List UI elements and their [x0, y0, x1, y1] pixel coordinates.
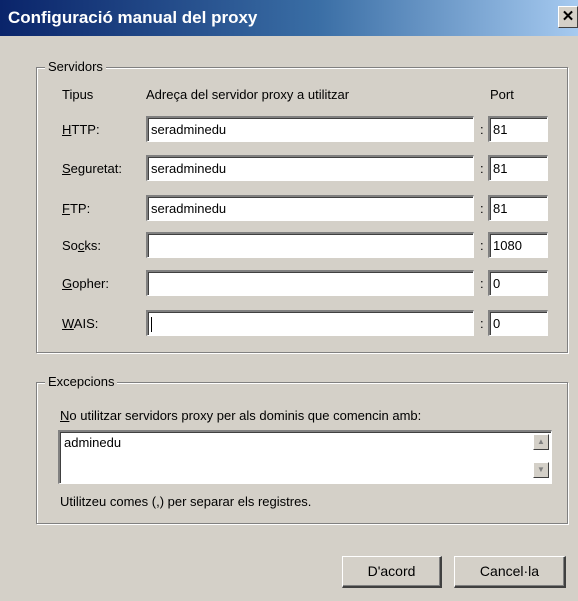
type-column-header: Tipus — [62, 87, 94, 102]
http-label: HTTP: — [62, 122, 100, 137]
gopher-port-separator: : — [480, 276, 484, 291]
ftp-port-input[interactable]: 81 — [488, 195, 548, 221]
security-port-separator: : — [480, 161, 484, 176]
http-port-input[interactable]: 81 — [488, 116, 548, 142]
exceptions-textarea[interactable]: adminedu — [58, 430, 552, 484]
address-column-header: Adreça del servidor proxy a utilitzar — [146, 87, 350, 102]
scroll-down-arrow-icon[interactable]: ▼ — [533, 462, 549, 478]
wais-address-input[interactable] — [146, 310, 474, 336]
socks-port-input[interactable]: 1080 — [488, 232, 548, 258]
security-address-input[interactable]: seradminedu — [146, 155, 474, 181]
window-title: Configuració manual del proxy — [8, 8, 258, 27]
ok-button[interactable]: D'acord — [342, 556, 442, 588]
security-label: Seguretat: — [62, 161, 122, 176]
gopher-port-input[interactable]: 0 — [488, 270, 548, 296]
wais-port-separator: : — [480, 316, 484, 331]
exceptions-instruction: No utilitzar servidors proxy per als dom… — [60, 408, 422, 423]
servers-legend: Servidors — [45, 59, 106, 74]
socks-port-separator: : — [480, 238, 484, 253]
title-bar[interactable]: Configuració manual del proxy ✕ — [0, 0, 578, 36]
gopher-address-input[interactable] — [146, 270, 474, 296]
close-icon: ✕ — [561, 8, 575, 25]
exceptions-hint: Utilitzeu comes (,) per separar els regi… — [60, 494, 312, 509]
gopher-label: Gopher: — [62, 276, 109, 291]
ftp-address-input[interactable]: seradminedu — [146, 195, 474, 221]
exceptions-value: adminedu — [64, 435, 122, 450]
port-column-header: Port — [490, 87, 514, 102]
socks-address-input[interactable] — [146, 232, 474, 258]
http-port-separator: : — [480, 122, 484, 137]
http-address-input[interactable]: seradminedu — [146, 116, 474, 142]
ftp-label: FTP: — [62, 201, 91, 216]
text-cursor — [151, 317, 152, 333]
socks-label: Socks: — [62, 238, 102, 253]
security-port-input[interactable]: 81 — [488, 155, 548, 181]
exceptions-legend: Excepcions — [45, 374, 118, 389]
close-button[interactable]: ✕ — [558, 6, 578, 28]
wais-port-input[interactable]: 0 — [488, 310, 548, 336]
wais-label: WAIS: — [62, 316, 99, 331]
ftp-port-separator: : — [480, 201, 484, 216]
cancel-button[interactable]: Cancel·la — [454, 556, 566, 588]
scroll-up-arrow-icon[interactable]: ▲ — [533, 434, 549, 450]
